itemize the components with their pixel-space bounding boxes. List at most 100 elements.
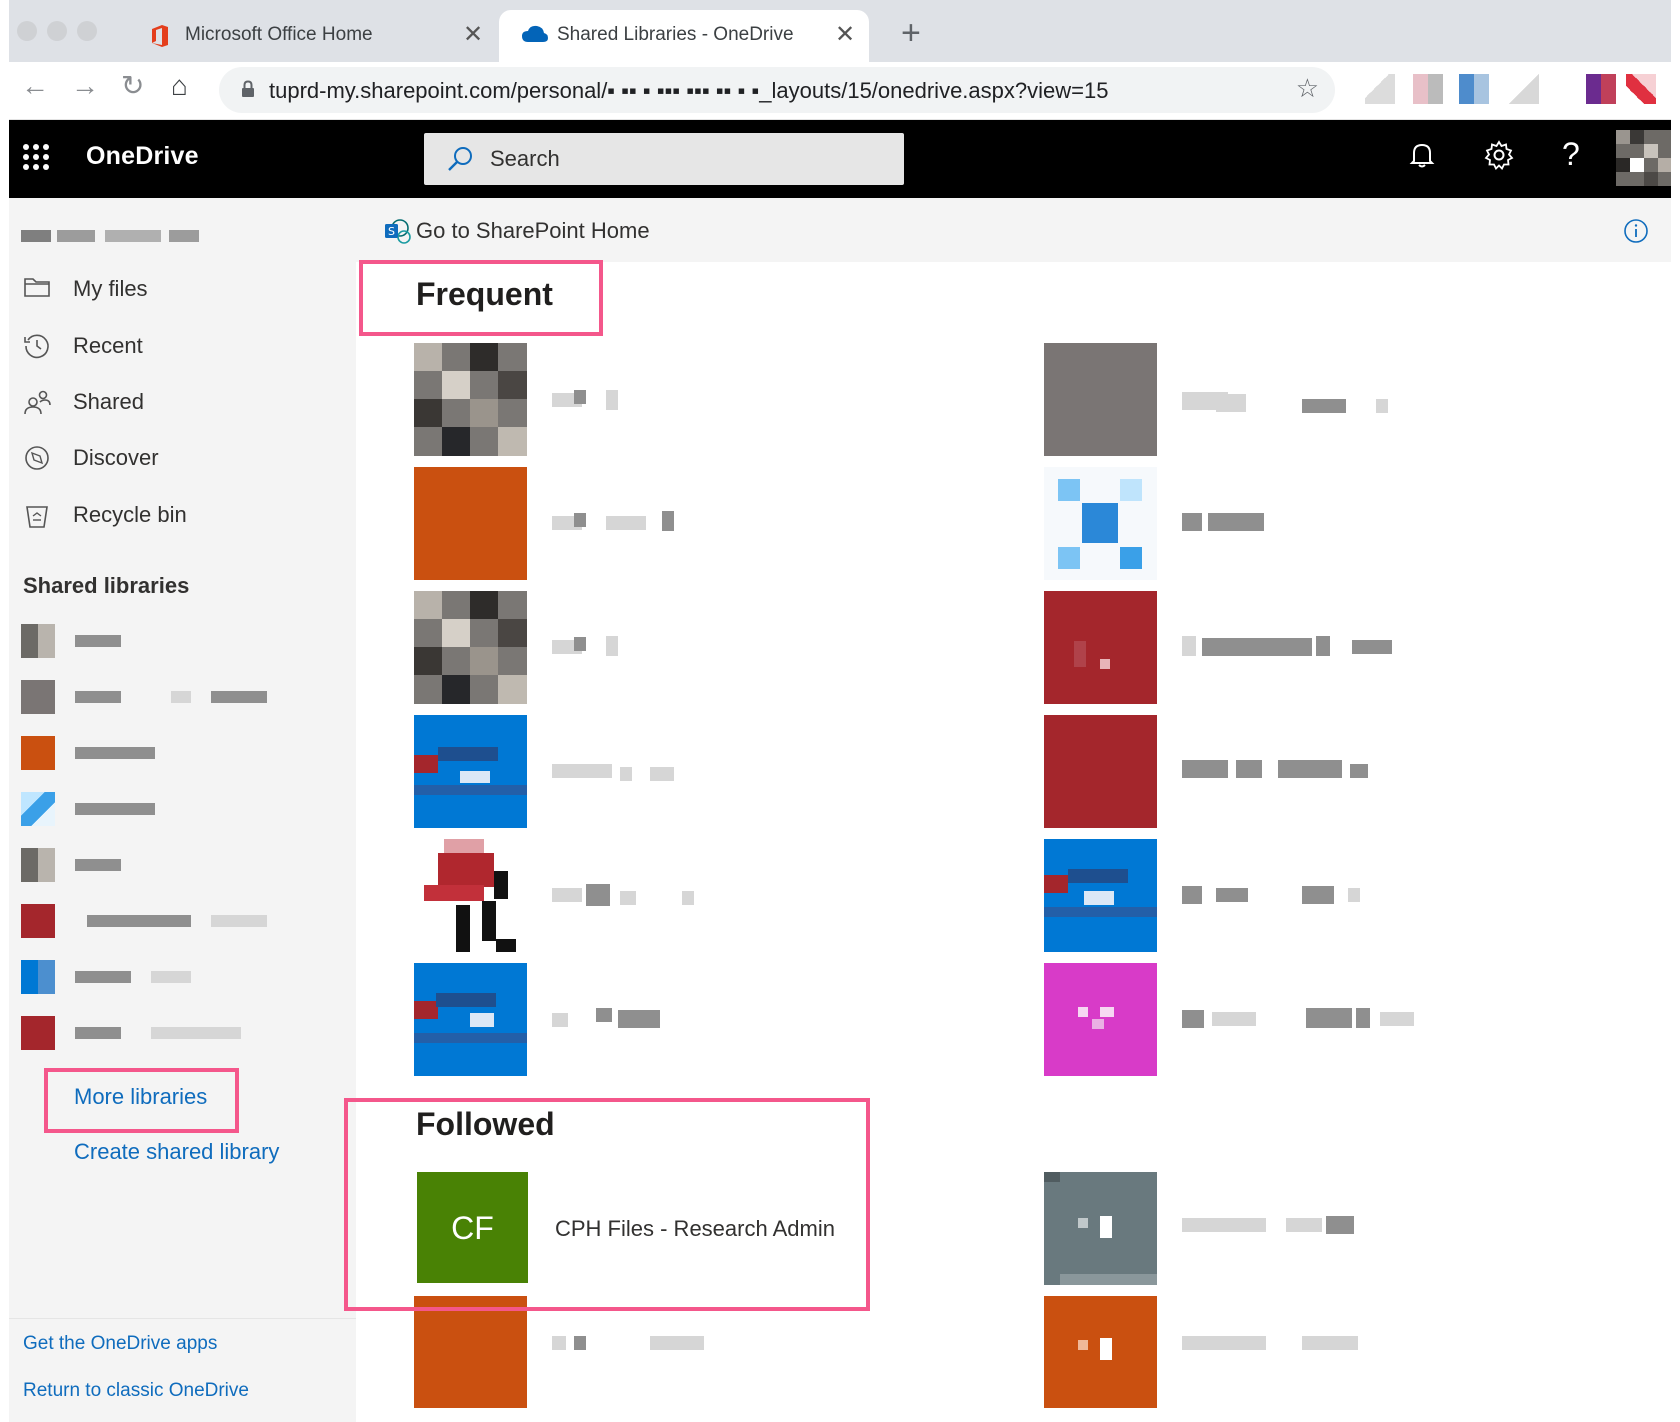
notifications-bell-icon[interactable] (1409, 140, 1435, 175)
search-input[interactable]: Search (424, 133, 904, 185)
tab-label: Microsoft Office Home (185, 24, 373, 45)
library-name-redacted (75, 1027, 121, 1039)
info-icon[interactable] (1623, 218, 1649, 249)
site-tile[interactable] (414, 467, 527, 580)
nav-item-recycle-bin[interactable]: Recycle bin (9, 489, 356, 539)
return-classic-onedrive-link[interactable]: Return to classic OneDrive (23, 1380, 249, 1402)
shared-library-item[interactable] (21, 904, 351, 938)
extension-icon[interactable] (1365, 74, 1395, 104)
extension-icon[interactable] (1413, 74, 1443, 104)
site-tile[interactable] (1044, 591, 1157, 704)
user-name-redacted (105, 230, 161, 242)
home-icon[interactable]: ⌂ (171, 72, 188, 100)
nav-item-label: My files (73, 276, 148, 301)
app-name[interactable]: OneDrive (86, 142, 199, 171)
extension-icon[interactable] (1509, 74, 1539, 104)
site-tile[interactable] (414, 963, 527, 1076)
extension-icon[interactable] (1626, 74, 1656, 104)
site-name-redacted (1182, 636, 1196, 656)
site-name-redacted (1350, 764, 1368, 778)
forward-arrow-icon[interactable]: → (71, 72, 99, 100)
sharepoint-icon: S (384, 218, 412, 251)
followed-site-name[interactable]: CPH Files - Research Admin (555, 1216, 835, 1242)
new-tab-icon[interactable]: + (901, 16, 921, 50)
shared-libraries-title: Shared libraries (23, 573, 190, 598)
shared-library-item[interactable] (21, 792, 351, 826)
url-text: tuprd-my.sharepoint.com/personal/▪ ▪▪ ▪ … (269, 78, 1109, 103)
settings-gear-icon[interactable] (1484, 140, 1514, 175)
user-name-redacted (57, 230, 95, 242)
tab-shared-libraries-onedrive[interactable]: Shared Libraries - OneDrive ✕ (499, 10, 869, 62)
site-tile[interactable] (1044, 715, 1157, 828)
shared-library-item[interactable] (21, 1016, 351, 1050)
create-shared-library-link[interactable]: Create shared library (74, 1139, 279, 1165)
site-name-redacted (574, 513, 586, 527)
shared-library-item[interactable] (21, 736, 351, 770)
more-libraries-link[interactable]: More libraries (74, 1084, 207, 1110)
go-to-sharepoint-home-link[interactable]: Go to SharePoint Home (416, 218, 650, 244)
avatar[interactable] (1616, 130, 1671, 186)
bookmark-star-icon[interactable]: ☆ (1296, 73, 1319, 104)
tab-microsoft-office-home[interactable]: Microsoft Office Home ✕ (127, 10, 499, 62)
followed-heading: Followed (416, 1106, 555, 1142)
nav-item-label: Shared (73, 389, 144, 414)
site-name-redacted (650, 767, 674, 781)
library-name-redacted (75, 803, 155, 815)
site-tile[interactable] (414, 591, 527, 704)
site-tile[interactable] (1044, 839, 1157, 952)
site-name-redacted (1316, 636, 1330, 656)
site-tile[interactable] (414, 839, 527, 952)
shared-library-item[interactable] (21, 960, 351, 994)
site-tile[interactable] (1044, 1296, 1157, 1408)
site-name-redacted (1306, 1008, 1352, 1028)
user-name-redacted (169, 230, 199, 242)
app-launcher-icon[interactable] (23, 144, 49, 170)
site-name-redacted (1380, 1012, 1414, 1026)
help-question-icon[interactable]: ? (1562, 136, 1580, 173)
window-minimize-dot[interactable] (47, 21, 67, 41)
site-tile[interactable] (1044, 1172, 1157, 1285)
nav-item-shared[interactable]: Shared (9, 376, 356, 426)
site-initials: CF (451, 1210, 494, 1246)
site-name-redacted (1286, 1218, 1322, 1232)
nav-item-my-files[interactable]: My files (9, 263, 356, 313)
site-tile[interactable] (414, 715, 527, 828)
library-name-redacted (151, 971, 191, 983)
back-arrow-icon[interactable]: ← (21, 72, 49, 100)
extension-icon[interactable] (1459, 74, 1489, 104)
site-tile[interactable] (1044, 963, 1157, 1076)
followed-site-tile-cf[interactable]: CF (417, 1172, 528, 1283)
site-name-redacted (1182, 886, 1202, 904)
window-close-dot[interactable] (17, 21, 37, 41)
browser-window: Microsoft Office Home ✕ Shared Libraries… (9, 0, 1671, 1422)
site-tile[interactable] (414, 1296, 527, 1408)
discover-compass-icon (23, 444, 51, 477)
nav-item-recent[interactable]: Recent (9, 320, 356, 370)
tab-close-icon[interactable]: ✕ (835, 20, 855, 49)
site-name-redacted (1326, 1216, 1354, 1234)
nav-item-discover[interactable]: Discover (9, 432, 356, 482)
site-name-redacted (552, 1336, 566, 1350)
shared-library-item[interactable] (21, 680, 351, 714)
site-tile[interactable] (414, 343, 527, 456)
svg-text:S: S (388, 225, 395, 238)
library-name-redacted (75, 859, 121, 871)
library-name-redacted (87, 915, 191, 927)
window-zoom-dot[interactable] (77, 21, 97, 41)
tab-close-icon[interactable]: ✕ (463, 20, 483, 49)
shared-library-item[interactable] (21, 848, 351, 882)
site-name-redacted (620, 767, 632, 781)
shared-library-item[interactable] (21, 624, 351, 658)
library-name-redacted (151, 1027, 241, 1039)
site-tile[interactable] (1044, 467, 1157, 580)
reload-icon[interactable]: ↻ (121, 72, 144, 100)
extension-icon[interactable] (1586, 74, 1616, 104)
site-name-redacted (1212, 1012, 1256, 1026)
nav-item-label: Recent (73, 333, 143, 358)
site-name-redacted (1182, 1336, 1266, 1350)
address-bar[interactable]: tuprd-my.sharepoint.com/personal/▪ ▪▪ ▪ … (219, 67, 1335, 113)
lock-icon (241, 80, 255, 98)
get-onedrive-apps-link[interactable]: Get the OneDrive apps (23, 1333, 217, 1355)
site-tile[interactable] (1044, 343, 1157, 456)
site-name-redacted (1216, 394, 1246, 412)
